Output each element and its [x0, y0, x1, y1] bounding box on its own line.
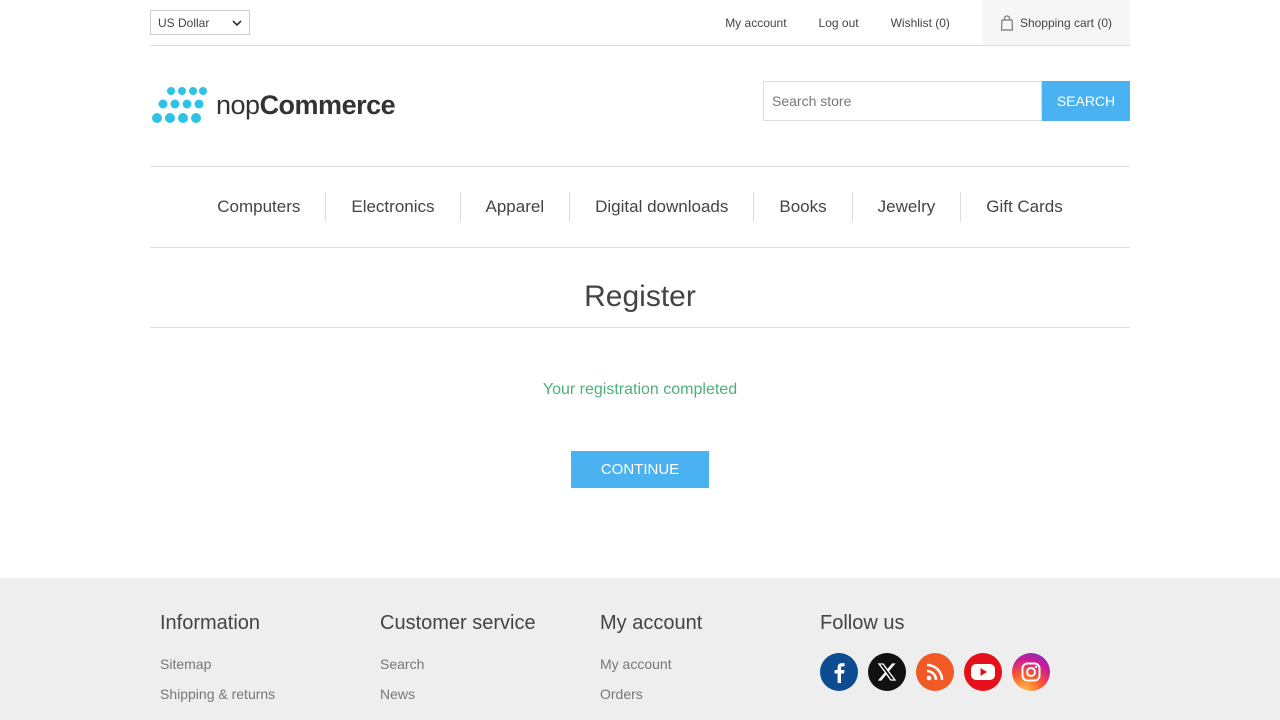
- currency-selector[interactable]: US Dollar: [150, 10, 250, 35]
- header-links: My account Log out Wishlist (0) Shopping…: [725, 0, 1130, 45]
- menu-item-jewelry[interactable]: Jewelry: [853, 192, 962, 222]
- logo-dots-icon: [152, 87, 207, 123]
- footer-title-follow-us: Follow us: [820, 612, 905, 634]
- top-menu: Computers Electronics Apparel Digital do…: [150, 166, 1130, 248]
- registration-result-message: Your registration completed: [542, 381, 738, 398]
- header-upper: US Dollar My account Log out Wishlist (0…: [150, 0, 1130, 46]
- footer-customer-service: Customer service Search News: [380, 612, 536, 715]
- footer: Information Sitemap Shipping & returns C…: [0, 578, 1280, 720]
- search-input[interactable]: Search store: [763, 81, 1042, 121]
- rss-icon[interactable]: [916, 653, 954, 691]
- instagram-icon[interactable]: [1012, 653, 1050, 691]
- currency-value: US Dollar: [158, 15, 210, 30]
- shopping-cart-link[interactable]: Shopping cart (0): [981, 0, 1130, 45]
- footer-title-my-account: My account: [600, 612, 703, 634]
- menu-item-electronics[interactable]: Electronics: [326, 192, 461, 222]
- search-box: Search store Search: [763, 81, 1130, 121]
- my-account-link[interactable]: My account: [725, 16, 786, 30]
- footer-information: Information Sitemap Shipping & returns: [160, 612, 275, 715]
- footer-link-my-account[interactable]: My account: [600, 655, 702, 685]
- footer-link-sitemap[interactable]: Sitemap: [160, 655, 275, 685]
- menu-item-computers[interactable]: Computers: [192, 192, 327, 222]
- menu-item-books[interactable]: Books: [754, 192, 853, 222]
- shopping-bag-icon: [1000, 14, 1014, 31]
- youtube-icon[interactable]: [964, 653, 1002, 691]
- menu-item-gift-cards[interactable]: Gift Cards: [961, 192, 1088, 222]
- menu-item-digital-downloads[interactable]: Digital downloads: [570, 192, 755, 222]
- footer-link-search[interactable]: Search: [380, 655, 536, 685]
- footer-follow-us: Follow us: [820, 612, 1050, 691]
- footer-link-orders[interactable]: Orders: [600, 685, 702, 715]
- footer-my-account: My account My account Orders: [600, 612, 702, 715]
- search-button[interactable]: Search: [1042, 81, 1130, 121]
- log-out-link[interactable]: Log out: [819, 16, 859, 30]
- shopping-cart-label: Shopping cart (0): [1019, 15, 1112, 30]
- footer-title-customer-service: Customer service: [380, 612, 536, 634]
- wishlist-link[interactable]: Wishlist (0): [891, 16, 950, 30]
- footer-link-shipping-returns[interactable]: Shipping & returns: [160, 685, 275, 715]
- chevron-down-icon: [232, 19, 242, 26]
- x-icon[interactable]: [868, 653, 906, 691]
- social-links: [820, 653, 1050, 691]
- page-title: Register: [150, 280, 1130, 328]
- footer-title-information: Information: [160, 612, 261, 634]
- continue-button[interactable]: Continue: [571, 451, 709, 488]
- store-logo[interactable]: nopCommerce: [150, 80, 400, 130]
- menu-item-apparel[interactable]: Apparel: [461, 192, 571, 222]
- footer-link-news[interactable]: News: [380, 685, 536, 715]
- facebook-icon[interactable]: [820, 653, 858, 691]
- logo-text: nopCommerce: [216, 89, 396, 120]
